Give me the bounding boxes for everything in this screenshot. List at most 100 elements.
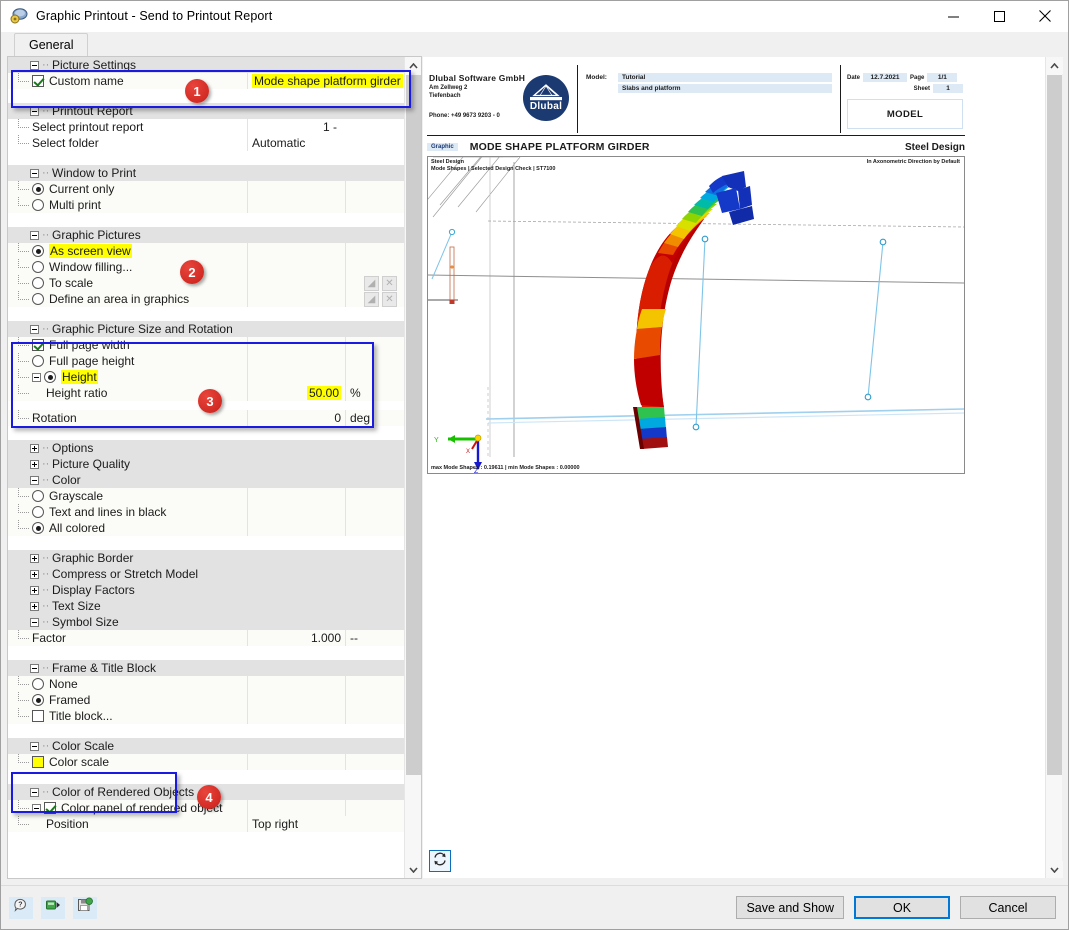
checkbox-full-page-width[interactable] <box>32 339 44 351</box>
radio-full-page-height[interactable] <box>32 355 44 367</box>
save-settings-tool-button[interactable] <box>73 897 97 919</box>
tree-row-value-cell[interactable] <box>248 181 346 197</box>
tree-group-color[interactable]: ··Color <box>8 472 404 488</box>
tree-row-value-cell[interactable] <box>248 692 346 708</box>
radio-text-and-lines-in-black[interactable] <box>32 506 44 518</box>
collapse-icon[interactable] <box>30 61 39 70</box>
tree-group-symbol-size[interactable]: ··Symbol Size <box>8 614 404 630</box>
tree-group-picture-quality[interactable]: ··Picture Quality <box>8 456 404 472</box>
cancel-button[interactable]: Cancel <box>960 896 1056 919</box>
tree-row-value-cell[interactable] <box>248 676 346 692</box>
tree-row-as-screen-view[interactable]: As screen view <box>8 243 404 259</box>
preview-scroll-down-icon[interactable] <box>1046 861 1063 878</box>
clear-icon[interactable]: ✕ <box>382 292 397 307</box>
tree-row-value-cell[interactable] <box>248 243 346 259</box>
checkbox-color-panel-of-rendered-object[interactable] <box>44 802 56 814</box>
tree-row-value-cell[interactable] <box>248 708 346 724</box>
radio-to-scale[interactable] <box>32 277 44 289</box>
pick-area-icon[interactable]: ◢ <box>364 292 379 307</box>
collapse-icon[interactable] <box>30 231 39 240</box>
tree-group-window-to-print[interactable]: ··Window to Print <box>8 165 404 181</box>
tree-row-value-cell[interactable] <box>248 353 346 369</box>
expand-icon[interactable] <box>30 586 39 595</box>
tree-row-to-scale[interactable]: To scale◢✕ <box>8 275 404 291</box>
tree-row-value-cell[interactable]: Mode shape platform girder <box>248 73 404 89</box>
tree-row-full-page-height[interactable]: Full page height <box>8 353 404 369</box>
tree-row-window-filling[interactable]: Window filling... <box>8 259 404 275</box>
radio-multi-print[interactable] <box>32 199 44 211</box>
tree-row-value-cell[interactable] <box>248 275 346 291</box>
tree-group-printout-report[interactable]: ··Printout Report <box>8 103 404 119</box>
tree-row-height[interactable]: Height <box>8 369 404 385</box>
tree-group-color-scale[interactable]: ··Color Scale <box>8 738 404 754</box>
tree-row-value-cell[interactable]: Automatic <box>248 135 404 151</box>
tree-row-full-page-width[interactable]: Full page width <box>8 337 404 353</box>
tab-general[interactable]: General <box>14 33 88 56</box>
tree-row-color-scale-item[interactable]: Color scale <box>8 754 404 770</box>
maximize-button[interactable] <box>976 1 1022 32</box>
collapse-icon[interactable] <box>30 169 39 178</box>
tree-row-value-cell[interactable] <box>248 504 346 520</box>
tree-row-value-cell[interactable]: Top right <box>248 816 404 832</box>
ok-button[interactable]: OK <box>854 896 950 919</box>
tree-row-define-area-in-graphics[interactable]: Define an area in graphics◢✕ <box>8 291 404 307</box>
tree-scrollbar[interactable] <box>404 57 421 878</box>
radio-all-colored[interactable] <box>32 522 44 534</box>
minimize-button[interactable] <box>930 1 976 32</box>
tree-row-framed[interactable]: Framed <box>8 692 404 708</box>
tree-row-text-and-lines-in-black[interactable]: Text and lines in black <box>8 504 404 520</box>
tree-row-factor[interactable]: Factor1.000-- <box>8 630 404 646</box>
tree-row-value-cell[interactable] <box>248 369 346 385</box>
radio-window-filling[interactable] <box>32 261 44 273</box>
collapse-icon[interactable] <box>30 788 39 797</box>
radio-define-area-in-graphics[interactable] <box>32 293 44 305</box>
radio-current-only[interactable] <box>32 183 44 195</box>
tree-group-display-factors[interactable]: ··Display Factors <box>8 582 404 598</box>
tree-row-none[interactable]: None <box>8 676 404 692</box>
tree-scroll-thumb[interactable] <box>406 75 421 775</box>
tree-group-frame-and-title-block[interactable]: ··Frame & Title Block <box>8 660 404 676</box>
tree-group-graphic-picture-size-and-rotation[interactable]: ··Graphic Picture Size and Rotation <box>8 321 404 337</box>
expand-icon[interactable] <box>30 460 39 469</box>
collapse-icon[interactable] <box>30 107 39 116</box>
collapse-icon[interactable] <box>32 804 41 813</box>
clear-icon[interactable]: ✕ <box>382 276 397 291</box>
tree-row-all-colored[interactable]: All colored <box>8 520 404 536</box>
tree-row-value-cell[interactable] <box>248 259 346 275</box>
tree-group-options[interactable]: ··Options <box>8 440 404 456</box>
tree-row-value-cell[interactable]: 0 <box>248 410 346 426</box>
expand-icon[interactable] <box>30 444 39 453</box>
tree-group-picture-settings[interactable]: ··Picture Settings <box>8 57 404 73</box>
settings-tree[interactable]: ··Picture SettingsCustom nameMode shape … <box>8 57 404 878</box>
tree-row-title-block[interactable]: Title block... <box>8 708 404 724</box>
refresh-preview-button[interactable] <box>429 850 451 872</box>
radio-grayscale[interactable] <box>32 490 44 502</box>
tree-row-value-cell[interactable] <box>248 520 346 536</box>
collapse-icon[interactable] <box>30 664 39 673</box>
tree-row-position[interactable]: PositionTop right <box>8 816 404 832</box>
tree-row-select-printout-report[interactable]: Select printout report1 - <box>8 119 404 135</box>
collapse-icon[interactable] <box>30 476 39 485</box>
tree-group-graphic-pictures[interactable]: ··Graphic Pictures <box>8 227 404 243</box>
tree-group-compress-or-stretch-model[interactable]: ··Compress or Stretch Model <box>8 566 404 582</box>
collapse-icon[interactable] <box>30 325 39 334</box>
collapse-icon[interactable] <box>30 618 39 627</box>
expand-icon[interactable] <box>30 602 39 611</box>
tree-row-multi-print[interactable]: Multi print <box>8 197 404 213</box>
tree-row-value-cell[interactable] <box>248 800 346 816</box>
checkbox-title-block[interactable] <box>32 710 44 722</box>
run-tool-button[interactable] <box>41 897 65 919</box>
preview-scroll-thumb[interactable] <box>1047 75 1062 775</box>
radio-framed[interactable] <box>32 694 44 706</box>
tree-row-select-folder[interactable]: Select folderAutomatic <box>8 135 404 151</box>
checkbox-color-scale-item[interactable] <box>32 756 44 768</box>
close-button[interactable] <box>1022 1 1068 32</box>
tree-group-graphic-border[interactable]: ··Graphic Border <box>8 550 404 566</box>
radio-as-screen-view[interactable] <box>32 245 44 257</box>
tree-row-value-cell[interactable] <box>248 488 346 504</box>
tree-scroll-up-icon[interactable] <box>405 57 422 74</box>
expand-icon[interactable] <box>30 554 39 563</box>
tree-group-text-size[interactable]: ··Text Size <box>8 598 404 614</box>
tree-row-value-cell[interactable] <box>248 754 346 770</box>
tree-scroll-down-icon[interactable] <box>405 861 422 878</box>
